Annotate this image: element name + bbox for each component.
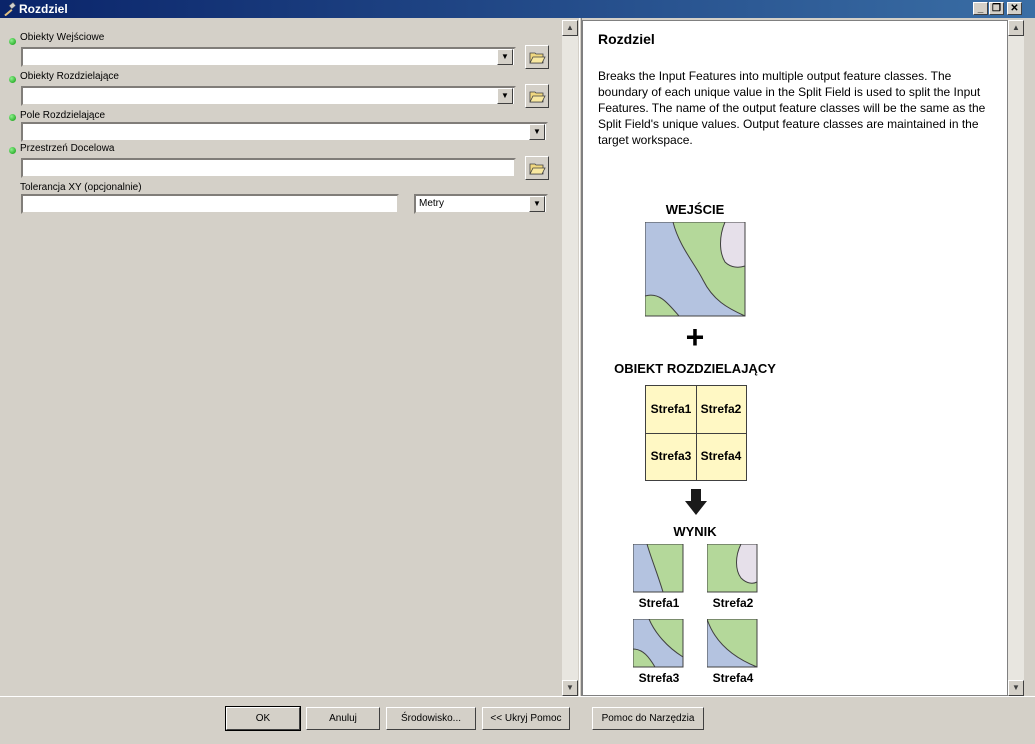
split-features-combo[interactable]: ▼ (21, 86, 516, 106)
required-dot-icon (9, 147, 16, 154)
diagram-split-label: OBIEKT ROZDZIELAJĄCY (614, 361, 776, 376)
chevron-down-icon[interactable]: ▼ (497, 88, 513, 104)
xy-tolerance-input[interactable] (21, 194, 399, 214)
open-folder-icon (529, 91, 546, 103)
output-label: Strefa4 (712, 671, 754, 685)
field-label-split-features: Obiekty Rozdzielające (20, 71, 119, 82)
required-dot-icon (9, 76, 16, 83)
minimize-button[interactable]: _ (973, 2, 988, 15)
close-button[interactable]: ✕ (1007, 2, 1022, 15)
output-tile-3 (633, 619, 684, 668)
output-label: Strefa2 (712, 596, 754, 610)
help-title: Rozdziel (598, 31, 655, 47)
scroll-down-icon[interactable]: ▼ (562, 680, 578, 696)
help-scrollbar[interactable]: ▲ ▼ (1008, 20, 1024, 696)
help-panel: Rozdziel Breaks the Input Features into … (582, 20, 1008, 696)
scroll-up-icon[interactable]: ▲ (1008, 20, 1024, 36)
title-bar: Rozdziel _ ❐ ✕ (0, 0, 1035, 18)
restore-button[interactable]: ❐ (989, 2, 1004, 15)
environments-button[interactable]: Środowisko... (386, 707, 476, 730)
output-tile-1 (633, 544, 684, 593)
required-dot-icon (9, 114, 16, 121)
button-bar: OK Anuluj Środowisko... << Ukryj Pomoc P… (0, 696, 1035, 744)
input-features-combo[interactable]: ▼ (21, 47, 516, 67)
field-label-input-features: Obiekty Wejściowe (20, 32, 105, 43)
hide-help-button[interactable]: << Ukryj Pomoc (482, 707, 570, 730)
chevron-down-icon[interactable]: ▼ (529, 124, 545, 140)
field-label-xy-tolerance: Tolerancja XY (opcjonalnie) (20, 182, 142, 193)
units-select-value: Metry (419, 198, 444, 209)
tool-hammer-icon (4, 2, 16, 16)
diagram-output-label: WYNIK (673, 524, 717, 539)
parameters-panel: Obiekty Wejściowe ▼ Obiekty Rozdzielając… (0, 18, 563, 696)
open-folder-icon (529, 163, 546, 175)
help-description: Breaks the Input Features into multiple … (598, 69, 986, 147)
open-folder-icon (529, 52, 546, 64)
output-tile-4 (707, 619, 758, 668)
browse-split-features-button[interactable] (525, 84, 549, 108)
zone-label: Strefa4 (700, 449, 742, 463)
field-label-target-workspace: Przestrzeń Docelowa (20, 143, 115, 154)
cancel-button[interactable]: Anuluj (306, 707, 380, 730)
zone-label: Strefa2 (700, 402, 742, 416)
target-workspace-input[interactable] (21, 158, 516, 178)
zone-label: Strefa1 (650, 402, 692, 416)
output-label: Strefa1 (638, 596, 680, 610)
zone-label: Strefa3 (650, 449, 692, 463)
field-label-split-field: Pole Rozdzielające (20, 110, 106, 121)
diagram-input-label: WEJŚCIE (665, 202, 725, 217)
output-tile-2 (707, 544, 758, 593)
scroll-up-icon[interactable]: ▲ (562, 20, 578, 36)
output-label: Strefa3 (638, 671, 680, 685)
chevron-down-icon[interactable]: ▼ (529, 196, 545, 212)
diagram-plus: + (685, 319, 705, 355)
browse-target-workspace-button[interactable] (525, 156, 549, 180)
ok-button[interactable]: OK (225, 706, 301, 731)
left-scrollbar[interactable]: ▲ ▼ (562, 20, 578, 696)
arrow-down-icon (685, 489, 707, 515)
diagram-zone-grid: Strefa1 Strefa2 Strefa3 Strefa4 (645, 385, 747, 481)
units-select[interactable]: Metry ▼ (414, 194, 548, 214)
window-title: Rozdziel (19, 2, 68, 16)
scroll-down-icon[interactable]: ▼ (1008, 680, 1024, 696)
diagram-input-map (645, 222, 746, 317)
tool-help-button[interactable]: Pomoc do Narzędzia (592, 707, 704, 730)
chevron-down-icon[interactable]: ▼ (497, 49, 513, 65)
required-dot-icon (9, 38, 16, 45)
browse-input-features-button[interactable] (525, 45, 549, 69)
split-field-combo[interactable]: ▼ (21, 122, 548, 142)
